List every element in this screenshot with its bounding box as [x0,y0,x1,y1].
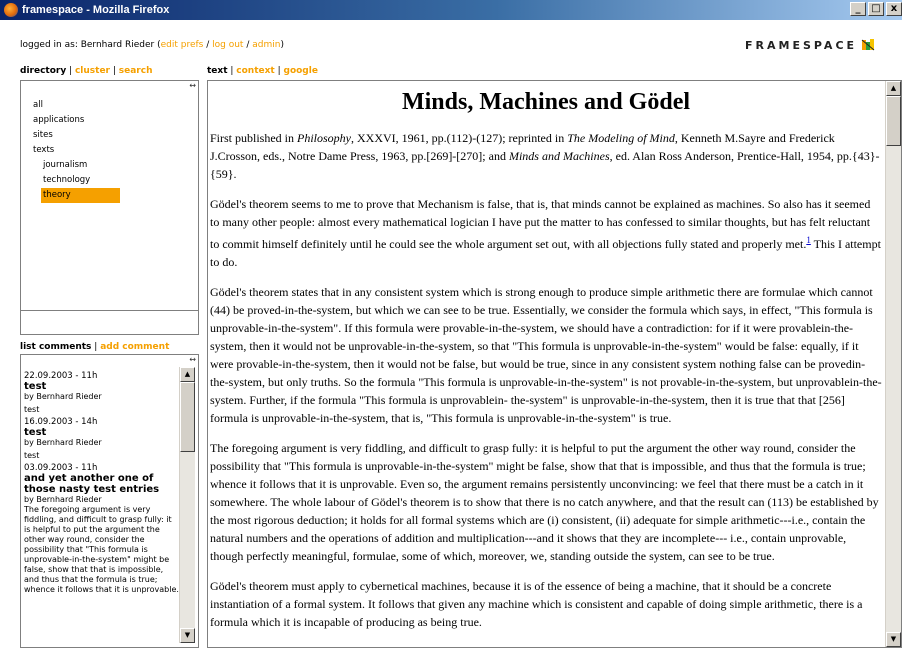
dir-item-sites[interactable]: sites [31,128,196,143]
dir-item-theory[interactable]: theory [41,188,120,203]
tab-context[interactable]: context [236,66,274,76]
scroll-up-arrow-icon[interactable]: ▲ [886,81,901,96]
resize-arrows-icon[interactable]: ↔ [189,355,196,364]
comment-tabs: list comments | add comment [20,342,170,352]
comment-body: test [24,405,40,414]
comment-title[interactable]: and yet another one of those nasty test … [24,473,179,495]
directory-panel: ↔ all applications sites texts journalis… [20,80,199,311]
directory-footer [20,311,199,335]
comment-date: 03.09.2003 - 11h [24,463,98,473]
comment-date: 16.09.2003 - 14h [24,417,98,427]
framespace-logo-icon [861,39,875,51]
dir-item-texts[interactable]: texts [31,143,196,158]
comments-scrollbar[interactable]: ▲ ▼ [179,367,195,643]
article: Minds, Machines and Gödel First publishe… [210,81,882,643]
tab-list-comments[interactable]: list comments [20,342,91,352]
edit-prefs-link[interactable]: edit prefs [161,40,204,50]
left-tabs: directory | cluster | search [20,66,153,76]
scroll-thumb[interactable] [886,96,901,146]
tab-directory[interactable]: directory [20,66,66,76]
tab-search[interactable]: search [119,66,153,76]
main-scrollbar[interactable]: ▲ ▼ [885,81,901,647]
window-controls: _ □ x [850,2,902,16]
scroll-up-arrow-icon[interactable]: ▲ [180,367,195,382]
scroll-thumb[interactable] [180,382,195,452]
comment-item: 16.09.2003 - 14h test by Bernhard Rieder… [24,417,179,460]
comment-date: 22.09.2003 - 11h [24,371,98,381]
admin-link[interactable]: admin [252,40,280,50]
firefox-icon [4,3,18,17]
dir-item-journalism[interactable]: journalism [31,158,196,173]
comments-list: 22.09.2003 - 11h test by Bernhard Rieder… [24,368,179,595]
publication-note: First published in Philosophy, XXXVI, 19… [210,131,880,181]
comment-author: by Bernhard Rieder [24,392,102,401]
close-button[interactable]: x [886,2,902,16]
text-panel: Minds, Machines and Gödel First publishe… [207,80,902,648]
window-title: framespace - Mozilla Firefox [22,4,170,16]
window-titlebar: framespace - Mozilla Firefox _ □ x [0,0,902,20]
comment-item: 03.09.2003 - 11h and yet another one of … [24,463,179,595]
comment-author: by Bernhard Rieder [24,438,102,447]
main-tabs: text | context | google [207,66,318,76]
log-out-link[interactable]: log out [212,40,243,50]
maximize-button[interactable]: □ [868,2,884,16]
dir-item-all[interactable]: all [31,98,196,113]
paragraph: Gödel's theorem seems to me to prove tha… [210,197,881,269]
paragraph: Gödel's theorem states that in any consi… [210,285,882,425]
tab-google[interactable]: google [284,66,318,76]
paragraph: Gödel's theorem must apply to cybernetic… [210,579,863,629]
comment-title[interactable]: test [24,381,179,392]
minimize-button[interactable]: _ [850,2,866,16]
dir-item-technology[interactable]: technology [31,173,196,188]
comment-item: 22.09.2003 - 11h test by Bernhard Rieder… [24,371,179,414]
framespace-logo: FRAMESPACE [745,38,875,52]
tab-cluster[interactable]: cluster [75,66,110,76]
resize-arrows-icon[interactable]: ↔ [189,81,196,90]
paragraph: The foregoing argument is very fiddling,… [210,441,879,563]
comment-title[interactable]: test [24,427,179,438]
tab-text[interactable]: text [207,66,228,76]
comment-body: test [24,451,40,460]
login-label: logged in as: Bernhard Rieder ( [20,40,161,50]
scroll-down-arrow-icon[interactable]: ▼ [886,632,901,647]
article-title: Minds, Machines and Gödel [401,89,691,115]
scroll-down-arrow-icon[interactable]: ▼ [180,628,195,643]
comments-panel: ↔ 22.09.2003 - 11h test by Bernhard Ried… [20,354,199,648]
comment-body: The foregoing argument is very fiddling,… [24,505,179,594]
logo-text: FRAMESPACE [745,38,858,52]
comment-author: by Bernhard Rieder [24,495,102,504]
tab-add-comment[interactable]: add comment [100,342,169,352]
directory-tree: all applications sites texts journalism … [31,98,196,203]
login-status: logged in as: Bernhard Rieder (edit pref… [20,40,284,50]
dir-item-applications[interactable]: applications [31,113,196,128]
